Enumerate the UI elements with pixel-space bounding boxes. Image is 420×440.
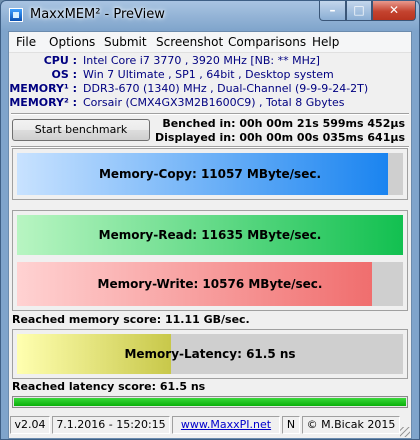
minimize-icon: –: [329, 3, 336, 17]
memory1-label: MEMORY¹ :: [9, 82, 77, 95]
status-copyright: © M.Bicak 2015: [302, 416, 400, 434]
close-button[interactable]: ✕: [372, 1, 416, 21]
memory1-value: DDR3-670 (1340) MHz , Dual-Channel (9-9-…: [83, 82, 369, 95]
benchmark-progress-fill: [14, 398, 406, 406]
memory-write-track: Memory-Write: 10576 MByte/sec.: [17, 262, 403, 306]
os-value: Win 7 Ultimate , SP1 , 64bit , Desktop s…: [83, 68, 334, 81]
memory-read-label: Memory-Read: 11635 MByte/sec.: [98, 228, 322, 242]
status-bar: v2.04 7.1.2016 - 15:20:15 www.MaxxPI.net…: [9, 413, 411, 438]
memory-copy-label: Memory-Copy: 11057 MByte/sec.: [98, 167, 322, 181]
memory-read-write-panel: Memory-Read: 11635 MByte/sec. Memory-Wri…: [12, 210, 408, 311]
memory2-value: Corsair (CMX4GX3M2B1600C9) , Total 8 Gby…: [83, 96, 345, 109]
minimize-button[interactable]: –: [319, 1, 346, 21]
memory-score: Reached memory score: 11.11 GB/sec.: [12, 313, 250, 326]
website-link[interactable]: www.MaxxPI.net: [172, 416, 280, 434]
cpu-value: Intel Core i7 3770 , 3920 MHz [NB: ** MH…: [83, 54, 320, 67]
benchmark-progress: [12, 396, 408, 408]
cpu-label: CPU :: [43, 54, 77, 67]
memory2-label: MEMORY² :: [9, 96, 77, 109]
menu-file[interactable]: File: [16, 35, 36, 49]
memory-latency-label: Memory-Latency: 61.5 ns: [124, 347, 296, 361]
memory-copy-track: Memory-Copy: 11057 MByte/sec.: [17, 153, 403, 195]
close-icon: ✕: [388, 3, 400, 17]
benched-time: Benched in: 00h 00m 21s 599ms 452µs: [162, 117, 405, 130]
menu-help[interactable]: Help: [312, 35, 339, 49]
os-label: OS :: [51, 68, 77, 81]
divider: [11, 113, 409, 115]
menu-screenshot[interactable]: Screenshot: [156, 35, 223, 49]
memory-copy-panel: Memory-Copy: 11057 MByte/sec.: [12, 148, 408, 200]
maximize-button[interactable]: □: [346, 1, 372, 21]
resize-grip[interactable]: [400, 427, 410, 437]
window-title: MaxxMEM² - PreView: [30, 7, 165, 22]
displayed-time: Displayed in: 00h 00m 00s 035ms 641µs: [155, 131, 405, 144]
memory-read-track: Memory-Read: 11635 MByte/sec.: [17, 215, 403, 255]
menu-comparisons[interactable]: Comparisons: [228, 35, 306, 49]
start-benchmark-button[interactable]: Start benchmark: [12, 119, 150, 141]
app-window: MaxxMEM² - PreView – □ ✕ File Options Su…: [0, 0, 420, 440]
menu-options[interactable]: Options: [49, 35, 95, 49]
app-icon[interactable]: [9, 8, 23, 22]
memory-latency-track: Memory-Latency: 61.5 ns: [17, 334, 403, 374]
maximize-icon: □: [353, 3, 365, 17]
status-version: v2.04: [10, 416, 50, 434]
status-date: 7.1.2016 - 15:20:15: [52, 416, 170, 434]
menu-bar: File Options Submit Screenshot Compariso…: [9, 32, 411, 53]
main-panel: File Options Submit Screenshot Compariso…: [8, 31, 412, 439]
status-flag: N: [282, 416, 300, 434]
memory-latency-panel: Memory-Latency: 61.5 ns: [12, 329, 408, 379]
memory-write-label: Memory-Write: 10576 MByte/sec.: [97, 277, 323, 291]
latency-score: Reached latency score: 61.5 ns: [12, 380, 206, 393]
title-bar[interactable]: MaxxMEM² - PreView – □ ✕: [1, 1, 419, 31]
menu-submit[interactable]: Submit: [104, 35, 147, 49]
